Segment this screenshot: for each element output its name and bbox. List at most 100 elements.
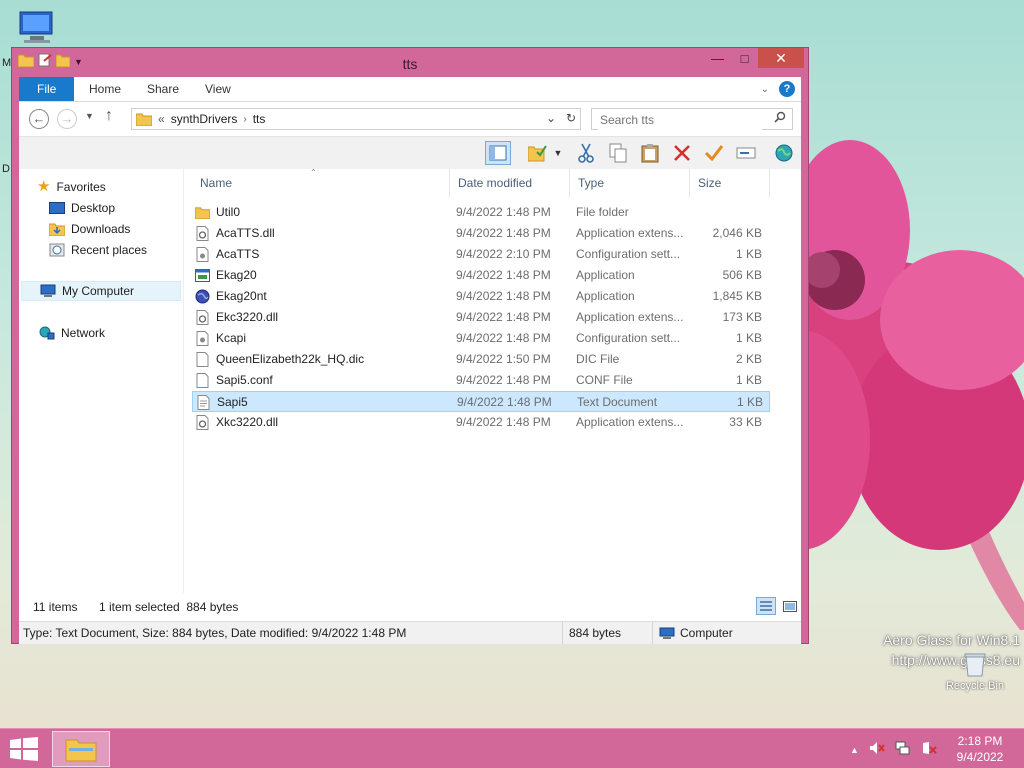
file-row[interactable]: Ekag20nt 9/4/2022 1:48 PM Application 1,845… — [192, 286, 770, 307]
refresh-icon[interactable]: ↻ — [566, 111, 576, 125]
back-button[interactable]: ← — [29, 109, 49, 129]
computer-icon — [40, 284, 56, 297]
file-name: Kcapi — [216, 331, 247, 345]
column-header-type[interactable]: Type — [570, 169, 690, 197]
expand-ribbon-icon[interactable]: ⌄ — [761, 84, 769, 95]
chevron-right-icon[interactable]: › — [243, 114, 246, 125]
globe-button[interactable] — [771, 141, 797, 165]
file-size: 2 KB — [735, 352, 762, 366]
folder-icon — [194, 205, 211, 220]
file-size: 1 KB — [736, 395, 763, 409]
nav-network[interactable]: Network — [39, 323, 105, 343]
file-row[interactable]: Util0 9/4/2022 1:48 PM File folder — [192, 202, 770, 223]
desktop-icon — [49, 202, 65, 214]
file-row[interactable]: QueenElizabeth22k_HQ.dic 9/4/2022 1:50 PM… — [192, 349, 770, 370]
breadcrumb-item[interactable]: synthDrivers — [171, 112, 238, 126]
nav-my-computer[interactable]: My Computer — [21, 281, 181, 301]
file-row[interactable]: Ekc3220.dll 9/4/2022 1:48 PM Application e… — [192, 307, 770, 328]
edit-folder-button[interactable] — [525, 141, 551, 165]
taskbar-clock[interactable]: 2:18 PM 9/4/2022 — [950, 733, 1010, 765]
address-dropdown-icon[interactable]: ⌄ — [546, 111, 556, 125]
nav-recent-places[interactable]: Recent places — [49, 240, 147, 260]
show-hidden-icons-icon[interactable]: ▲ — [850, 745, 859, 755]
up-arrow-icon[interactable]: ↑ — [105, 107, 113, 125]
tab-file[interactable]: File — [19, 77, 75, 101]
config-file-icon — [195, 247, 210, 262]
title-bar[interactable]: ▼ tts — □ ✕ — [12, 48, 808, 78]
details-view-button[interactable] — [756, 597, 776, 615]
rename-button[interactable] — [733, 141, 759, 165]
breadcrumb: « synthDrivers › tts — [136, 112, 265, 126]
file-name: Xkc3220.dll — [216, 415, 279, 429]
file-size: 173 KB — [722, 310, 762, 324]
tab-view[interactable]: View — [191, 77, 245, 101]
search-icon[interactable] — [774, 111, 786, 126]
file-date-modified: 9/4/2022 1:48 PM — [456, 289, 551, 303]
explorer-window: ▼ tts — □ ✕ File Home Share View ⌄ ? ← →… — [11, 47, 809, 644]
volume-muted-icon[interactable] — [869, 741, 885, 758]
nav-favorites[interactable]: ★ Favorites — [37, 177, 106, 197]
file-size: 506 KB — [722, 268, 762, 282]
column-header-name[interactable]: Name — [192, 169, 450, 197]
nav-label: Favorites — [56, 180, 106, 194]
cut-button[interactable] — [573, 141, 599, 165]
file-row[interactable]: Kcapi 9/4/2022 1:48 PM Configuration sett.… — [192, 328, 770, 349]
delete-button[interactable] — [669, 141, 695, 165]
chevron-down-icon[interactable]: ▼ — [551, 141, 565, 165]
file-name: Ekag20nt — [216, 289, 267, 303]
search-input[interactable] — [598, 110, 762, 130]
file-row[interactable]: Sapi5.conf 9/4/2022 1:48 PM CONF File 1 KB — [192, 370, 770, 391]
file-size: 1,845 KB — [712, 289, 762, 303]
tab-home[interactable]: Home — [75, 77, 135, 101]
large-icons-view-button[interactable] — [780, 597, 800, 615]
recycle-bin[interactable]: Recycle Bin — [940, 650, 1010, 692]
recent-locations-icon[interactable]: ▼ — [85, 111, 94, 121]
nav-downloads[interactable]: Downloads — [49, 219, 130, 239]
nav-label: Network — [61, 326, 106, 340]
maximize-button[interactable]: □ — [731, 48, 758, 68]
paste-button[interactable] — [637, 141, 663, 165]
nav-label: My Computer — [62, 284, 135, 298]
file-row[interactable]: Sapi5 9/4/2022 1:48 PM Text Document 1 KB — [192, 391, 770, 412]
copy-button[interactable] — [605, 141, 631, 165]
preview-pane-button[interactable] — [485, 141, 511, 165]
tab-share[interactable]: Share — [133, 77, 193, 101]
forward-button[interactable]: → — [57, 109, 77, 129]
minimize-button[interactable]: — — [704, 48, 731, 68]
start-button[interactable] — [10, 737, 38, 764]
file-date-modified: 9/4/2022 2:10 PM — [456, 247, 551, 261]
column-header-date[interactable]: Date modified — [450, 169, 570, 197]
file-type: CONF File — [576, 373, 633, 387]
search-box[interactable] — [591, 108, 793, 130]
address-bar[interactable]: « synthDrivers › tts ⌄ ↻ — [131, 108, 581, 130]
action-center-icon[interactable] — [921, 741, 937, 758]
network-icon — [39, 326, 55, 340]
breadcrumb-item[interactable]: tts — [253, 112, 266, 126]
properties-button[interactable] — [701, 141, 727, 165]
file-date-modified: 9/4/2022 1:48 PM — [456, 373, 551, 387]
application-globe-icon — [195, 289, 210, 304]
downloads-folder-icon — [49, 223, 65, 236]
file-row[interactable]: Xkc3220.dll 9/4/2022 1:48 PM Application e… — [192, 412, 770, 433]
help-icon[interactable]: ? — [779, 81, 795, 97]
nav-label: Downloads — [71, 222, 131, 236]
details-location: Computer — [653, 622, 803, 644]
network-status-icon[interactable] — [895, 741, 911, 758]
file-date-modified: 9/4/2022 1:48 PM — [456, 331, 551, 345]
desktop-computer-icon[interactable] — [16, 10, 58, 50]
close-button[interactable]: ✕ — [758, 48, 804, 68]
breadcrumb-overflow[interactable]: « — [158, 112, 165, 126]
generic-file-icon — [195, 352, 210, 367]
file-name: Sapi5 — [217, 395, 248, 409]
file-row[interactable]: Ekag20 9/4/2022 1:48 PM Application 506 KB — [192, 265, 770, 286]
column-header-size[interactable]: Size — [690, 169, 770, 197]
nav-desktop[interactable]: Desktop — [49, 198, 115, 218]
file-name: AcaTTS.dll — [216, 226, 275, 240]
recycle-bin-icon — [964, 653, 986, 677]
item-count: 11 items — [33, 600, 78, 614]
file-row[interactable]: AcaTTS 9/4/2022 2:10 PM Configuration sett… — [192, 244, 770, 265]
file-row[interactable]: AcaTTS.dll 9/4/2022 1:48 PM Application ex… — [192, 223, 770, 244]
text-file-icon — [196, 395, 211, 410]
scissors-icon — [578, 143, 594, 163]
taskbar-file-explorer[interactable] — [52, 731, 110, 767]
